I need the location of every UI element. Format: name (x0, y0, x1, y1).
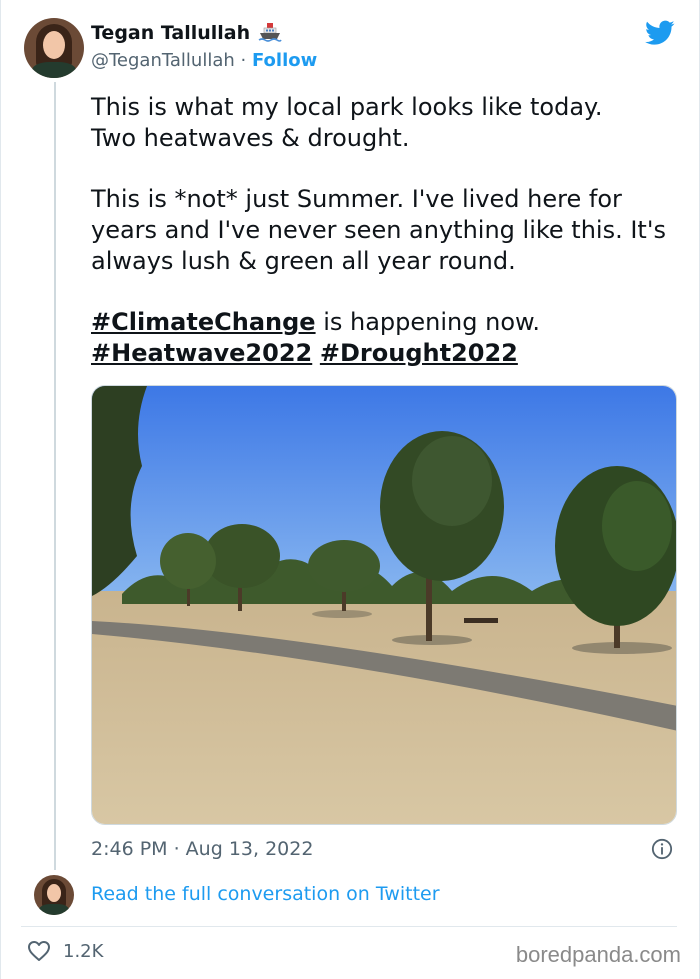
footer-divider (21, 926, 677, 927)
conversation-avatar[interactable] (34, 875, 74, 915)
hashtag-climatechange[interactable]: #ClimateChange (91, 308, 316, 336)
tweet-photo[interactable] (91, 385, 677, 825)
follow-button[interactable]: Follow (252, 50, 317, 71)
author-handle[interactable]: @TeganTallullah (91, 50, 235, 71)
twitter-bird-icon[interactable] (645, 20, 675, 46)
read-conversation-link[interactable]: Read the full conversation on Twitter (91, 883, 440, 905)
author-handle-row: @TeganTallullah · Follow (91, 50, 317, 71)
likes-count: 1.2K (63, 940, 104, 962)
tweet-line-2: Two heatwaves & drought. (91, 124, 410, 152)
handle-separator: · (240, 50, 247, 71)
tweet-paragraph-3: #ClimateChange is happening now. #Heatwa… (91, 307, 681, 369)
tweet-text: This is what my local park looks like to… (91, 92, 681, 369)
tweet-text-after-hashtag: is happening now. (315, 308, 541, 336)
author-name[interactable]: Tegan Tallullah (91, 22, 250, 44)
hashtag-heatwave2022[interactable]: #Heatwave2022 (91, 339, 312, 367)
park-photo-image (92, 386, 676, 824)
watermark: boredpanda.com (515, 942, 681, 967)
info-icon[interactable] (651, 838, 673, 860)
tweet-paragraph-2: This is *not* just Summer. I've lived he… (91, 185, 666, 275)
tweet-timestamp[interactable]: 2:46 PM · Aug 13, 2022 (91, 838, 313, 860)
heart-icon[interactable] (27, 940, 51, 962)
tweet-card: Tegan Tallullah @TeganTallullah · Follow… (0, 0, 700, 979)
hashtag-drought2022[interactable]: #Drought2022 (320, 339, 518, 367)
tweet-paragraph-1: This is what my local park looks like to… (91, 92, 681, 154)
author-name-row: Tegan Tallullah (91, 22, 282, 44)
likes-row[interactable]: 1.2K (27, 940, 103, 962)
author-avatar[interactable] (24, 18, 84, 78)
ship-emoji-icon (258, 23, 282, 42)
thread-line (54, 82, 56, 870)
tweet-line-1: This is what my local park looks like to… (91, 93, 603, 121)
